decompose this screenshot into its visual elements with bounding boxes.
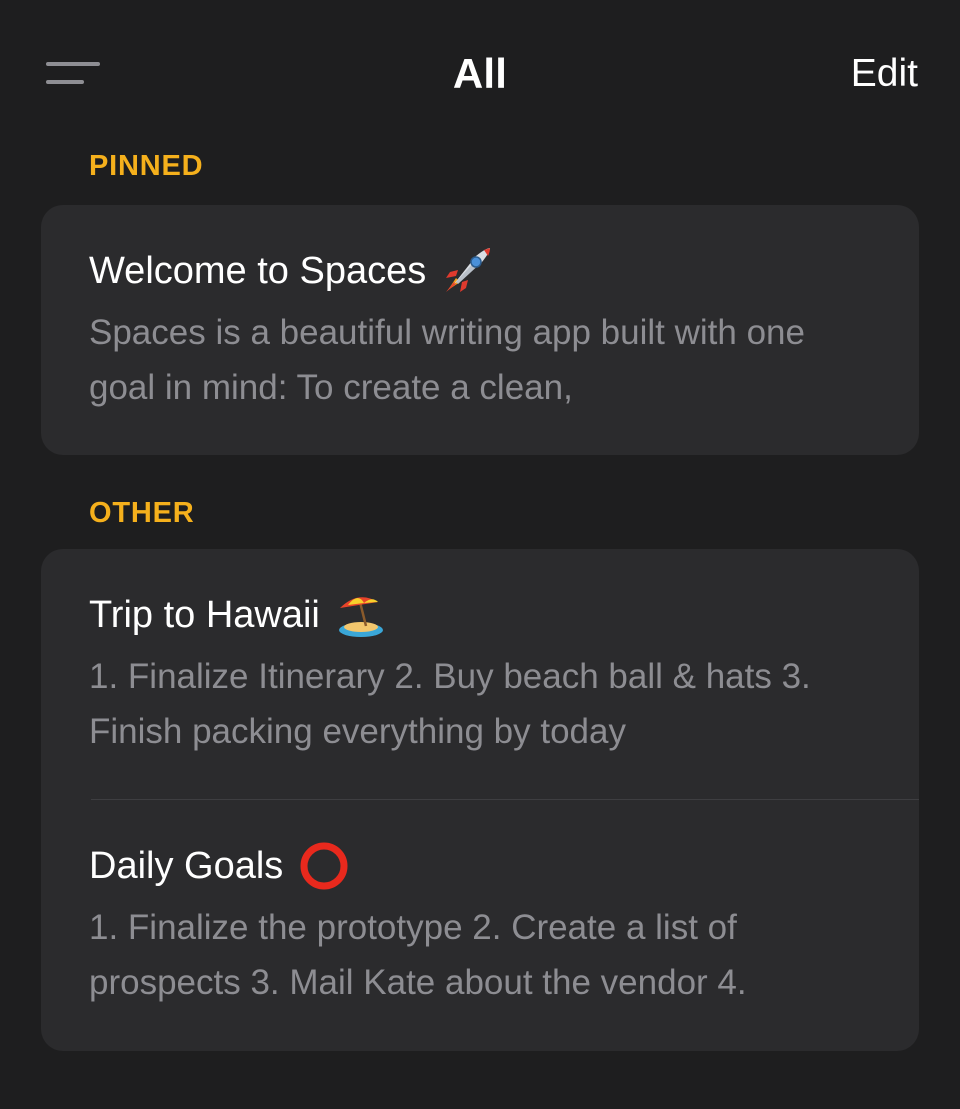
note-title-row: Trip to Hawaii	[89, 589, 871, 641]
section-header-pinned: PINNED	[89, 150, 204, 182]
note-item-daily-goals[interactable]: Daily Goals 1. Finalize the prototype 2.…	[41, 800, 919, 1051]
navigation-bar: All Edit	[0, 0, 960, 150]
red-circle-icon	[297, 839, 351, 893]
page-title: All	[452, 50, 508, 97]
note-item-welcome[interactable]: Welcome to Spaces Spaces is a beautiful …	[41, 205, 919, 455]
note-preview: 1. Finalize Itinerary 2. Buy beach ball …	[89, 657, 811, 751]
note-title-row: Daily Goals	[89, 840, 871, 892]
note-preview: 1. Finalize the prototype 2. Create a li…	[89, 908, 747, 1002]
rocket-icon	[440, 244, 494, 298]
other-notes-card: Trip to Hawaii 1. Finalize Itinerary 2. …	[41, 549, 919, 1051]
note-title: Daily Goals	[89, 845, 284, 887]
note-title: Trip to Hawaii	[89, 594, 320, 636]
note-title: Welcome to Spaces	[89, 250, 427, 292]
section-header-other: OTHER	[89, 497, 195, 529]
edit-button[interactable]: Edit	[851, 52, 918, 96]
note-title-row: Welcome to Spaces	[89, 245, 871, 297]
note-preview: Spaces is a beautiful writing app built …	[89, 313, 805, 407]
notes-list-screen: All Edit PINNED Welcome to Spaces Spaces…	[0, 0, 960, 1109]
note-item-trip-to-hawaii[interactable]: Trip to Hawaii 1. Finalize Itinerary 2. …	[41, 549, 919, 800]
pinned-notes-card: Welcome to Spaces Spaces is a beautiful …	[41, 205, 919, 455]
island-umbrella-icon	[334, 588, 388, 642]
